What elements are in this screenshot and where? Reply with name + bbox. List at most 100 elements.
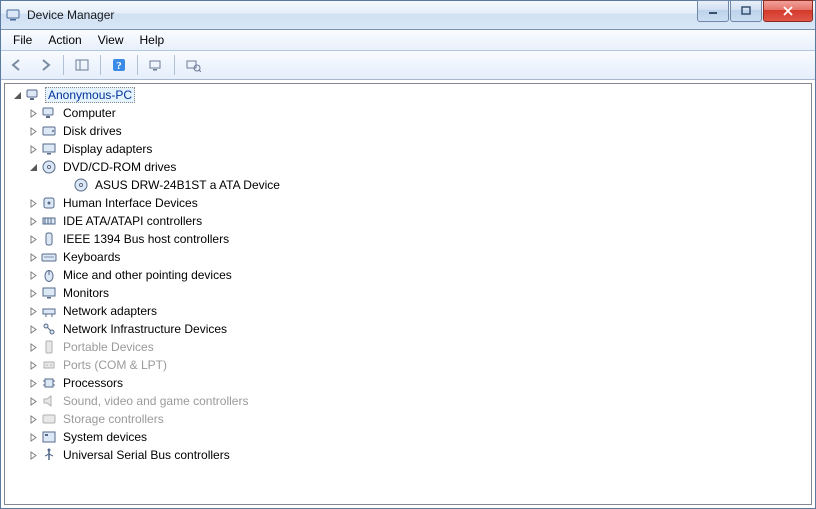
- tree-category[interactable]: Universal Serial Bus controllers: [5, 446, 811, 464]
- maximize-button[interactable]: [730, 0, 762, 22]
- display-icon: [41, 141, 57, 157]
- tree-category[interactable]: Monitors: [5, 284, 811, 302]
- title-bar[interactable]: Device Manager: [1, 1, 815, 30]
- tree-category-label: Portable Devices: [61, 340, 156, 354]
- sound-icon: [41, 393, 57, 409]
- tree-category-label: Mice and other pointing devices: [61, 268, 234, 282]
- portable-icon: [41, 339, 57, 355]
- tree-category-label: Disk drives: [61, 124, 124, 138]
- tree-category[interactable]: Human Interface Devices: [5, 194, 811, 212]
- toolbar-separator: [100, 55, 101, 75]
- tree-category[interactable]: Portable Devices: [5, 338, 811, 356]
- computer-icon: [41, 105, 57, 121]
- tree-category-label: Human Interface Devices: [61, 196, 200, 210]
- expander-icon[interactable]: [25, 231, 41, 247]
- expander-icon[interactable]: [25, 195, 41, 211]
- menu-view[interactable]: View: [90, 31, 132, 49]
- expander-icon[interactable]: [25, 249, 41, 265]
- tree-device-label: ASUS DRW-24B1ST a ATA Device: [93, 178, 282, 192]
- expander-icon[interactable]: [25, 105, 41, 121]
- keyboard-icon: [41, 249, 57, 265]
- tree-category-label: IDE ATA/ATAPI controllers: [61, 214, 204, 228]
- ide-icon: [41, 213, 57, 229]
- tree-root[interactable]: Anonymous-PC: [5, 86, 811, 104]
- tree-category[interactable]: Display adapters: [5, 140, 811, 158]
- tree-category[interactable]: Keyboards: [5, 248, 811, 266]
- show-hidden-devices-button[interactable]: [181, 53, 205, 77]
- hid-icon: [41, 195, 57, 211]
- toolbar-separator: [63, 55, 64, 75]
- storage-icon: [41, 411, 57, 427]
- expander-icon[interactable]: [25, 447, 41, 463]
- mouse-icon: [41, 267, 57, 283]
- tree-category-label: Sound, video and game controllers: [61, 394, 250, 408]
- device-manager-window: Device Manager File Action View Help: [0, 0, 816, 509]
- tree-category[interactable]: Processors: [5, 374, 811, 392]
- cd-icon: [41, 159, 57, 175]
- forward-button[interactable]: [33, 53, 57, 77]
- menu-action[interactable]: Action: [40, 31, 89, 49]
- expander-icon[interactable]: [25, 303, 41, 319]
- tree-category[interactable]: Storage controllers: [5, 410, 811, 428]
- tree-category-label: IEEE 1394 Bus host controllers: [61, 232, 231, 246]
- scan-hardware-button[interactable]: [144, 53, 168, 77]
- expander-icon[interactable]: [25, 267, 41, 283]
- toolbar-separator: [174, 55, 175, 75]
- expander-icon[interactable]: [25, 213, 41, 229]
- expander-icon[interactable]: [25, 429, 41, 445]
- tree-category[interactable]: Mice and other pointing devices: [5, 266, 811, 284]
- tree-category[interactable]: Network adapters: [5, 302, 811, 320]
- netinfra-icon: [41, 321, 57, 337]
- tree-category[interactable]: IEEE 1394 Bus host controllers: [5, 230, 811, 248]
- expander-icon[interactable]: [25, 393, 41, 409]
- window-controls: [696, 0, 813, 22]
- toolbar: ?: [1, 51, 815, 80]
- tree-category-label: DVD/CD-ROM drives: [61, 160, 178, 174]
- expander-icon[interactable]: [25, 285, 41, 301]
- tree-category[interactable]: DVD/CD-ROM drives: [5, 158, 811, 176]
- expander-icon[interactable]: [25, 159, 41, 175]
- tree-root-label: Anonymous-PC: [45, 87, 135, 103]
- tree-category-label: Keyboards: [61, 250, 122, 264]
- tree-category-label: Ports (COM & LPT): [61, 358, 169, 372]
- back-button[interactable]: [5, 53, 29, 77]
- show-hide-console-tree-button[interactable]: [70, 53, 94, 77]
- tree-category-label: Display adapters: [61, 142, 154, 156]
- net-icon: [41, 303, 57, 319]
- ports-icon: [41, 357, 57, 373]
- tree-category[interactable]: Ports (COM & LPT): [5, 356, 811, 374]
- expander-icon[interactable]: [25, 141, 41, 157]
- expander-icon[interactable]: [25, 411, 41, 427]
- minimize-button[interactable]: [697, 0, 729, 22]
- menu-file[interactable]: File: [5, 31, 40, 49]
- expander-icon[interactable]: [25, 321, 41, 337]
- expander-icon[interactable]: [25, 339, 41, 355]
- tree-category-label: Processors: [61, 376, 125, 390]
- tree-category[interactable]: Disk drives: [5, 122, 811, 140]
- expander-icon[interactable]: [9, 87, 25, 103]
- window-title: Device Manager: [27, 8, 114, 22]
- expander-icon[interactable]: [25, 123, 41, 139]
- tree-category[interactable]: IDE ATA/ATAPI controllers: [5, 212, 811, 230]
- menu-help[interactable]: Help: [132, 31, 173, 49]
- tree-category-label: System devices: [61, 430, 149, 444]
- device-tree[interactable]: Anonymous-PC Computer Disk drives Displa…: [4, 83, 812, 505]
- usb-icon: [41, 447, 57, 463]
- tree-category[interactable]: Computer: [5, 104, 811, 122]
- tree-category[interactable]: System devices: [5, 428, 811, 446]
- monitor-icon: [41, 285, 57, 301]
- cd-icon: [73, 177, 89, 193]
- tree-device[interactable]: ASUS DRW-24B1ST a ATA Device: [5, 176, 811, 194]
- expander-icon[interactable]: [25, 357, 41, 373]
- cpu-icon: [41, 375, 57, 391]
- close-button[interactable]: [763, 0, 813, 22]
- toolbar-separator: [137, 55, 138, 75]
- expander-icon[interactable]: [25, 375, 41, 391]
- tree-category-label: Computer: [61, 106, 118, 120]
- help-button[interactable]: ?: [107, 53, 131, 77]
- system-icon: [41, 429, 57, 445]
- tree-category[interactable]: Network Infrastructure Devices: [5, 320, 811, 338]
- tree-category-label: Monitors: [61, 286, 111, 300]
- svg-text:?: ?: [116, 60, 122, 72]
- tree-category[interactable]: Sound, video and game controllers: [5, 392, 811, 410]
